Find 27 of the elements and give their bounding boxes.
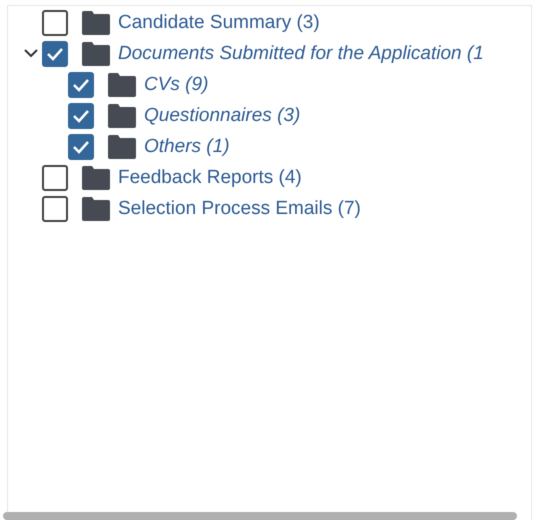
checkbox[interactable] (42, 196, 68, 222)
tree-item-label[interactable]: Selection Process Emails (7) (118, 199, 361, 218)
checkbox[interactable] (68, 72, 94, 98)
horizontal-scrollbar[interactable] (3, 512, 517, 520)
chevron-down-icon[interactable] (24, 49, 38, 58)
folder-icon (81, 196, 111, 220)
checkmark-icon (72, 140, 90, 154)
folder-icon (81, 166, 111, 190)
folder-icon (81, 10, 111, 34)
checkmark-icon (72, 78, 90, 92)
folder-icon (107, 134, 137, 158)
tree-item-label[interactable]: Feedback Reports (4) (118, 168, 302, 187)
tree-item-label[interactable]: Candidate Summary (3) (118, 13, 320, 32)
checkbox[interactable] (42, 164, 68, 190)
checkbox[interactable] (42, 10, 68, 36)
checkmark-icon (72, 108, 90, 122)
folder-icon (107, 72, 137, 96)
folder-icon (81, 42, 111, 66)
tree-item-label[interactable]: Others (1) (144, 137, 230, 156)
folder-icon (107, 104, 137, 128)
tree-item-label[interactable]: Questionnaires (3) (144, 106, 300, 125)
checkmark-icon (46, 46, 64, 60)
checkbox[interactable] (68, 102, 94, 128)
tree-item-label[interactable]: Documents Submitted for the Application (1 (118, 44, 484, 63)
checkbox[interactable] (68, 134, 94, 160)
checkbox[interactable] (42, 40, 68, 66)
tree-item-label[interactable]: CVs (9) (144, 75, 208, 94)
